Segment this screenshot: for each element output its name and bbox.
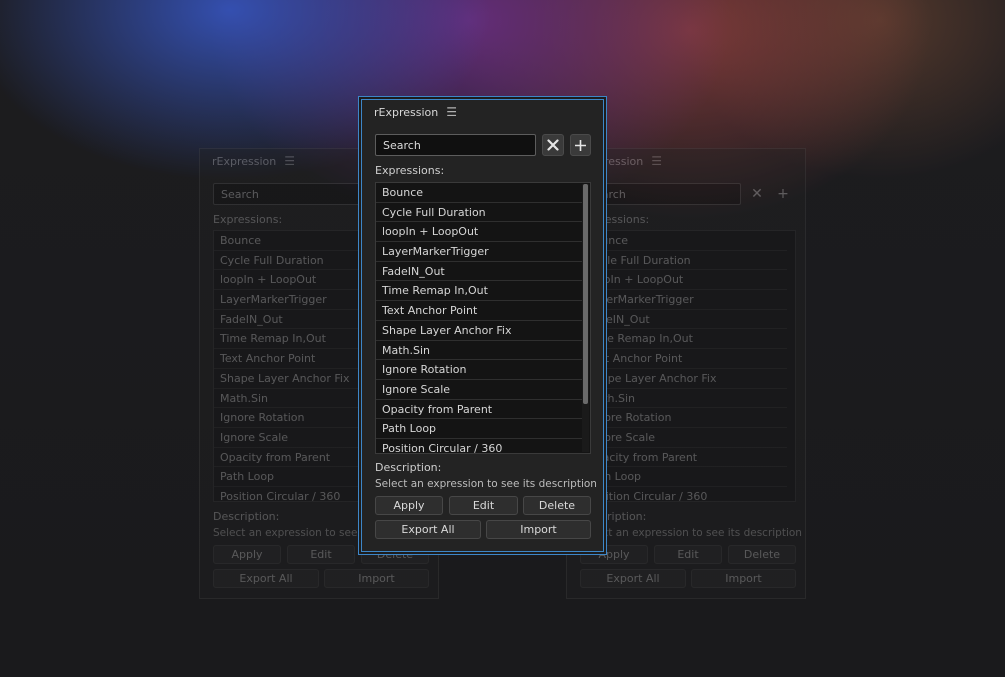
expression-item[interactable]: LayerMarkerTrigger <box>376 242 582 262</box>
ghost-expressions-label: Expressions: <box>213 213 283 226</box>
expression-item: Ignore Rotation <box>581 408 787 428</box>
expression-item[interactable]: Math.Sin <box>376 341 582 361</box>
expression-item: loopIn + LoopOut <box>581 270 787 291</box>
expression-item: Opacity from Parent <box>581 448 787 468</box>
ghost-description-text: Select an expression to see its descript… <box>580 527 802 539</box>
expression-item[interactable]: Ignore Rotation <box>376 360 582 380</box>
expressions-label: Expressions: <box>375 164 445 177</box>
import-button[interactable]: Import <box>486 520 591 539</box>
expression-item: Bounce <box>581 231 787 251</box>
description-label: Description: <box>375 461 442 474</box>
ghost-import-button: Import <box>324 569 429 588</box>
ghost-title: rExpression <box>212 154 277 168</box>
export-all-button[interactable]: Export All <box>375 520 481 539</box>
ghost-export-all-button: Export All <box>580 569 686 588</box>
ghost-edit-button: Edit <box>287 545 355 564</box>
expression-item[interactable]: Text Anchor Point <box>376 301 582 321</box>
search-input[interactable] <box>375 134 536 156</box>
expression-item[interactable]: Ignore Scale <box>376 380 582 400</box>
panel-titlebar: rExpression ☰ <box>362 100 603 124</box>
ghost-edit-button: Edit <box>654 545 722 564</box>
expression-item: Ignore Scale <box>581 428 787 448</box>
expression-item[interactable]: Shape Layer Anchor Fix <box>376 321 582 341</box>
expression-item: Math.Sin <box>581 389 787 409</box>
expression-item: FadeIN_Out <box>581 310 787 330</box>
hamburger-icon[interactable]: ☰ <box>446 105 457 119</box>
scrollbar-thumb[interactable] <box>583 184 588 404</box>
expression-item[interactable]: Opacity from Parent <box>376 400 582 420</box>
expression-item[interactable]: Position Circular / 360 <box>376 439 582 453</box>
hamburger-icon: ☰ <box>651 154 662 168</box>
expression-item[interactable]: Bounce <box>376 183 582 203</box>
close-icon <box>547 139 559 151</box>
expression-item: Cycle Full Duration <box>581 251 787 271</box>
ghost-export-all-button: Export All <box>213 569 319 588</box>
expression-item[interactable]: loopIn + LoopOut <box>376 222 582 243</box>
expression-item: Time Remap In,Out <box>581 329 787 350</box>
expression-item[interactable]: FadeIN_Out <box>376 262 582 282</box>
expression-item[interactable]: Cycle Full Duration <box>376 203 582 223</box>
ghost-description-label: Description: <box>213 510 280 523</box>
edit-button[interactable]: Edit <box>449 496 518 515</box>
expression-item: Shape Layer Anchor Fix <box>581 369 787 389</box>
ghost-search-row: ✕ + <box>580 183 793 207</box>
delete-button[interactable]: Delete <box>523 496 591 515</box>
hamburger-icon: ☰ <box>284 154 295 168</box>
description-text: Select an expression to see its descript… <box>375 478 597 490</box>
expression-item[interactable]: Time Remap In,Out <box>376 281 582 302</box>
plus-icon <box>574 139 586 151</box>
clear-search-button[interactable] <box>542 134 564 156</box>
expression-item: Text Anchor Point <box>581 349 787 369</box>
expression-item: Path Loop <box>581 467 787 487</box>
add-expression-button[interactable] <box>569 134 591 156</box>
expression-item[interactable]: Path Loop <box>376 419 582 439</box>
panel-title: rExpression <box>374 105 439 119</box>
ghost-import-button: Import <box>691 569 796 588</box>
ghost-delete-button: Delete <box>728 545 796 564</box>
list-scrollbar[interactable] <box>582 184 589 452</box>
ghost-apply-button: Apply <box>213 545 281 564</box>
expression-item: Position Circular / 360 <box>581 487 787 501</box>
expressions-list[interactable]: Bounce Cycle Full Duration loopIn + LoopOu… <box>375 182 591 454</box>
apply-button[interactable]: Apply <box>375 496 443 515</box>
ghost-search-input <box>580 183 741 205</box>
search-row <box>375 134 591 158</box>
close-icon: ✕ <box>751 186 763 202</box>
plus-icon: + <box>777 186 789 202</box>
rexpression-panel: rExpression ☰ Expressions: BounceCycle F… <box>361 99 604 552</box>
ghost-expressions-list: Bounce Cycle Full Duration loopIn + LoopOu… <box>580 230 796 502</box>
expression-item: LayerMarkerTrigger <box>581 290 787 310</box>
